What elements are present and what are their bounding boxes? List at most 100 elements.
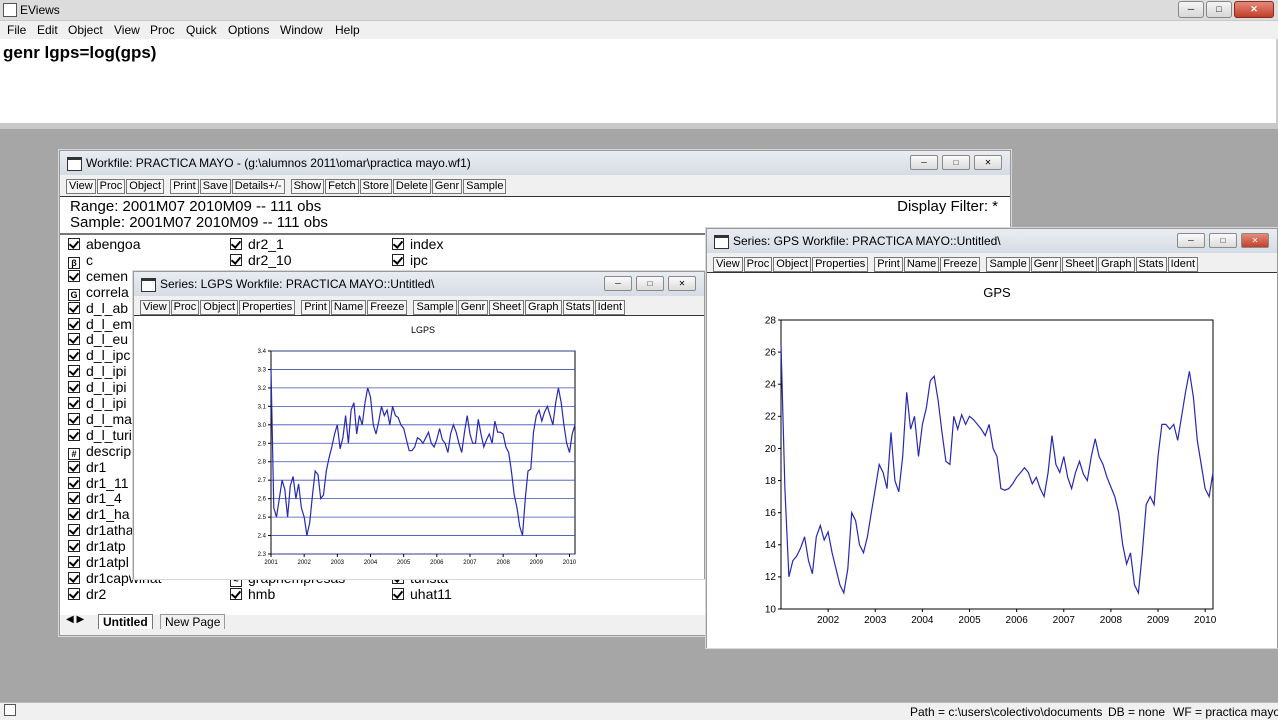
workfile-object-item[interactable]: dr1_ha bbox=[68, 506, 130, 522]
gps-titlebar[interactable]: Series: GPS Workfile: PRACTICA MAYO::Unt… bbox=[707, 229, 1277, 253]
workfile-object-item[interactable]: d_l_ipi bbox=[68, 379, 126, 395]
gps-sample-button[interactable]: Sample bbox=[986, 257, 1030, 272]
lgps-view-button[interactable]: View bbox=[140, 300, 170, 315]
workfile-object-item[interactable]: dr1atp bbox=[68, 538, 126, 554]
lgps-minimize-button[interactable]: ─ bbox=[604, 276, 632, 291]
app-minimize-button[interactable]: ─ bbox=[1178, 1, 1204, 18]
wf-genr-button[interactable]: Genr bbox=[431, 179, 463, 194]
menu-view[interactable]: View bbox=[114, 23, 140, 37]
tab-new-page[interactable]: New Page bbox=[160, 614, 226, 629]
tab-scroll-arrows[interactable]: ◀ ▶ bbox=[66, 614, 84, 625]
lgps-ident-button[interactable]: Ident bbox=[594, 300, 626, 315]
workfile-object-item[interactable]: dr2_10 bbox=[230, 252, 292, 268]
workfile-object-item[interactable]: abengoa bbox=[68, 236, 141, 252]
command-text[interactable]: genr lgps=log(gps) bbox=[3, 43, 156, 63]
wf-show-button[interactable]: Show bbox=[290, 179, 325, 194]
workfile-object-item[interactable]: dr1_11 bbox=[68, 475, 129, 491]
workfile-object-item[interactable]: d_l_eu bbox=[68, 331, 128, 347]
menu-window[interactable]: Window bbox=[280, 23, 323, 37]
app-close-button[interactable]: ✕ bbox=[1234, 1, 1274, 18]
workfile-object-item[interactable]: dr2_1 bbox=[230, 236, 284, 252]
workfile-object-item[interactable]: hmb bbox=[230, 586, 275, 602]
workfile-object-item[interactable]: Gcorrela bbox=[68, 284, 129, 301]
workfile-object-item[interactable]: d_l_ipi bbox=[68, 363, 126, 379]
wf-store-button[interactable]: Store bbox=[359, 179, 392, 194]
gps-freeze-button[interactable]: Freeze bbox=[940, 257, 981, 272]
wf-delete-button[interactable]: Delete bbox=[392, 179, 431, 194]
wf-fetch-button[interactable]: Fetch bbox=[325, 179, 359, 194]
gps-ident-button[interactable]: Ident bbox=[1167, 257, 1199, 272]
gps-close-button[interactable]: ✕ bbox=[1241, 233, 1269, 248]
gps-stats-button[interactable]: Stats bbox=[1135, 257, 1167, 272]
menu-options[interactable]: Options bbox=[228, 23, 269, 37]
workfile-object-item[interactable]: d_l_em bbox=[68, 316, 132, 332]
workfile-object-item[interactable]: dr2 bbox=[68, 586, 106, 602]
workfile-minimize-button[interactable]: ─ bbox=[910, 155, 938, 170]
workfile-close-button[interactable]: ✕ bbox=[974, 155, 1002, 170]
display-filter[interactable]: Display Filter: * bbox=[897, 198, 998, 215]
wf-view-button[interactable]: View bbox=[66, 179, 96, 194]
lgps-proc-button[interactable]: Proc bbox=[170, 300, 200, 315]
lgps-properties-button[interactable]: Properties bbox=[239, 300, 296, 315]
menu-quick[interactable]: Quick bbox=[186, 23, 217, 37]
wf-object-button[interactable]: Object bbox=[126, 179, 165, 194]
wf-details-button[interactable]: Details+/- bbox=[231, 179, 285, 194]
gps-proc-button[interactable]: Proc bbox=[743, 257, 773, 272]
lgps-close-button[interactable]: ✕ bbox=[668, 276, 696, 291]
lgps-series-window[interactable]: Series: LGPS Workfile: PRACTICA MAYO::Un… bbox=[133, 271, 705, 579]
lgps-maximize-button[interactable]: □ bbox=[636, 276, 664, 291]
workfile-maximize-button[interactable]: □ bbox=[942, 155, 970, 170]
menu-file[interactable]: File bbox=[7, 23, 26, 37]
workfile-titlebar[interactable]: Workfile: PRACTICA MAYO - (g:\alumnos 20… bbox=[60, 151, 1010, 175]
wf-save-button[interactable]: Save bbox=[199, 179, 231, 194]
workfile-object-item[interactable]: uhat11 bbox=[392, 586, 452, 602]
lgps-sheet-button[interactable]: Sheet bbox=[489, 300, 524, 315]
lgps-stats-button[interactable]: Stats bbox=[562, 300, 594, 315]
workfile-object-item[interactable]: d_l_ma bbox=[68, 411, 132, 427]
gps-sheet-button[interactable]: Sheet bbox=[1062, 257, 1097, 272]
workfile-object-item[interactable]: index bbox=[392, 236, 443, 252]
lgps-freeze-button[interactable]: Freeze bbox=[367, 300, 408, 315]
workfile-object-item[interactable]: dr1 bbox=[68, 459, 106, 475]
workfile-object-item[interactable]: dr1atha bbox=[68, 522, 133, 538]
workfile-object-item[interactable]: d_l_ipc bbox=[68, 347, 130, 363]
wf-print-button[interactable]: Print bbox=[170, 179, 199, 194]
status-toggle-icon[interactable] bbox=[4, 704, 16, 716]
lgps-object-button[interactable]: Object bbox=[200, 300, 239, 315]
menu-help[interactable]: Help bbox=[335, 23, 360, 37]
wf-sample-button[interactable]: Sample bbox=[463, 179, 507, 194]
workfile-object-item[interactable]: βc bbox=[68, 252, 93, 269]
workfile-object-item[interactable]: dr1atpl bbox=[68, 554, 129, 570]
gps-name-button[interactable]: Name bbox=[903, 257, 940, 272]
tab-untitled[interactable]: Untitled bbox=[98, 614, 153, 629]
workfile-object-item[interactable]: d_l_turi bbox=[68, 427, 132, 443]
menu-object[interactable]: Object bbox=[68, 23, 103, 37]
command-window[interactable]: genr lgps=log(gps) bbox=[0, 39, 1278, 123]
gps-properties-button[interactable]: Properties bbox=[812, 257, 869, 272]
workfile-object-item[interactable]: cemen bbox=[68, 268, 128, 284]
workfile-object-item[interactable]: d_l_ipi bbox=[68, 395, 126, 411]
lgps-titlebar[interactable]: Series: LGPS Workfile: PRACTICA MAYO::Un… bbox=[134, 272, 704, 296]
gps-view-button[interactable]: View bbox=[713, 257, 743, 272]
lgps-sample-button[interactable]: Sample bbox=[413, 300, 457, 315]
gps-graph-button[interactable]: Graph bbox=[1097, 257, 1135, 272]
menu-edit[interactable]: Edit bbox=[37, 23, 58, 37]
gps-minimize-button[interactable]: ─ bbox=[1177, 233, 1205, 248]
workfile-object-item[interactable]: ipc bbox=[392, 252, 428, 268]
gps-series-window[interactable]: Series: GPS Workfile: PRACTICA MAYO::Unt… bbox=[706, 228, 1278, 648]
workfile-object-item[interactable]: dr1_4 bbox=[68, 490, 122, 506]
gps-genr-button[interactable]: Genr bbox=[1030, 257, 1062, 272]
gps-object-button[interactable]: Object bbox=[773, 257, 812, 272]
lgps-graph-button[interactable]: Graph bbox=[524, 300, 562, 315]
gps-print-button[interactable]: Print bbox=[874, 257, 903, 272]
object-name: index bbox=[410, 236, 444, 252]
gps-maximize-button[interactable]: □ bbox=[1209, 233, 1237, 248]
menu-proc[interactable]: Proc bbox=[150, 23, 175, 37]
app-maximize-button[interactable]: □ bbox=[1206, 1, 1232, 18]
wf-proc-button[interactable]: Proc bbox=[96, 179, 126, 194]
lgps-name-button[interactable]: Name bbox=[330, 300, 367, 315]
lgps-print-button[interactable]: Print bbox=[301, 300, 330, 315]
lgps-genr-button[interactable]: Genr bbox=[457, 300, 489, 315]
workfile-object-item[interactable]: d_l_ab bbox=[68, 300, 128, 316]
workfile-object-item[interactable]: # descrip bbox=[68, 443, 131, 460]
